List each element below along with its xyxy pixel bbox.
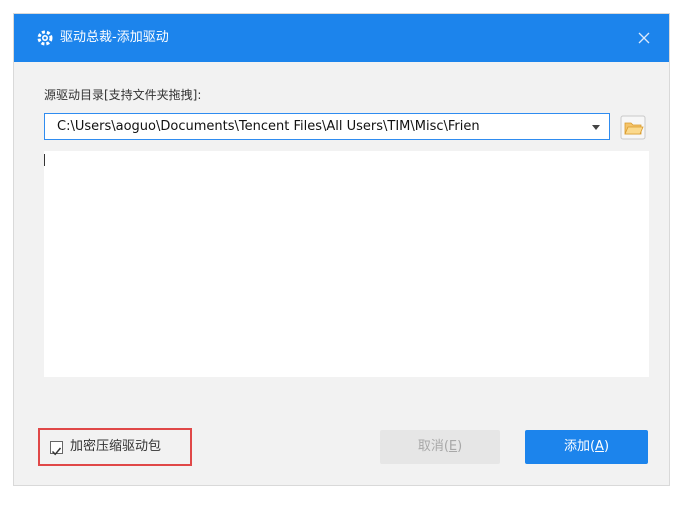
close-icon[interactable] xyxy=(632,26,656,50)
check-icon xyxy=(51,447,62,456)
source-path-combobox[interactable]: C:\Users\aoguo\Documents\Tencent Files\A… xyxy=(44,113,610,140)
encrypt-checkbox[interactable] xyxy=(50,441,63,456)
gear-icon xyxy=(37,30,53,46)
driver-list-area[interactable] xyxy=(44,151,649,377)
cancel-hotkey: E xyxy=(448,439,458,454)
window-title: 驱动总裁-添加驱动 xyxy=(60,30,169,45)
encrypt-compress-option[interactable]: 加密压缩驱动包 xyxy=(38,428,192,466)
add-button-suffix: ) xyxy=(603,439,610,454)
source-dir-label: 源驱动目录[支持文件夹拖拽]: xyxy=(44,88,202,102)
add-button-label: 添加( xyxy=(563,439,596,454)
encrypt-checkbox-label: 加密压缩驱动包 xyxy=(70,439,162,454)
title-bar: 驱动总裁-添加驱动 xyxy=(14,14,669,62)
folder-icon[interactable] xyxy=(620,115,646,140)
chevron-down-icon[interactable] xyxy=(591,124,601,131)
add-button[interactable]: 添加(A) xyxy=(525,430,648,464)
cancel-button-suffix: ) xyxy=(457,439,463,454)
cancel-button-label: 取消( xyxy=(417,439,449,454)
cancel-button[interactable]: 取消(E) xyxy=(380,430,500,464)
add-driver-dialog: 驱动总裁-添加驱动 源驱动目录[支持文件夹拖拽]: C:\Users\aoguo… xyxy=(14,14,669,485)
text-caret xyxy=(44,154,45,166)
add-hotkey: A xyxy=(595,439,604,454)
source-path-value[interactable]: C:\Users\aoguo\Documents\Tencent Files\A… xyxy=(57,118,577,136)
